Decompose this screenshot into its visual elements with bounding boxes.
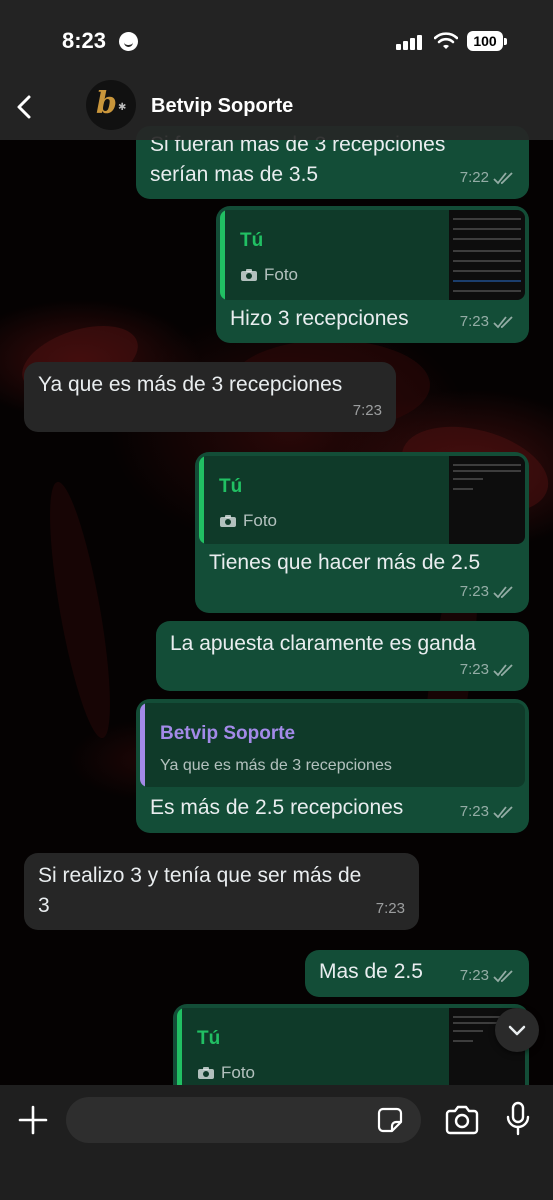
quote-author: Tú <box>219 476 243 497</box>
message-bubble-outgoing[interactable]: Tú Foto Tienes que hacer más de 2.5 7:23 <box>195 452 529 613</box>
contact-name[interactable]: Betvip Soporte <box>151 95 293 118</box>
message-bubble-outgoing[interactable]: Tú Foto <box>173 1004 529 1085</box>
quoted-photo-reply[interactable]: Tú Foto <box>177 1008 525 1085</box>
top-bar: 8:23 100 b ✱ Betvip Soporte <box>0 0 553 140</box>
double-check-icon <box>493 970 513 983</box>
quote-subtitle: Foto <box>240 260 298 290</box>
avatar-logo-icon: b <box>96 86 117 121</box>
quote-subtitle: Ya que es más de 3 recepciones <box>160 757 392 774</box>
message-time: 7:22 <box>459 169 489 186</box>
quoted-text-reply[interactable]: Betvip Soporte Ya que es más de 3 recepc… <box>140 703 525 787</box>
quote-subtitle: Foto <box>197 1058 255 1085</box>
avatar-star-icon: ✱ <box>118 102 127 113</box>
focus-mode-icon <box>119 32 138 51</box>
camera-icon <box>220 515 236 527</box>
message-time: 7:23 <box>459 313 489 330</box>
quoted-photo-reply[interactable]: Tú Foto <box>199 456 525 544</box>
double-check-icon <box>493 806 513 819</box>
message-time: 7:23 <box>459 661 489 678</box>
microphone-icon[interactable] <box>505 1101 531 1137</box>
message-list[interactable]: Si fueran mas de 3 recepciones serían ma… <box>0 0 553 1085</box>
status-bar: 8:23 100 <box>0 0 553 80</box>
message-meta: 7:23 <box>460 655 515 685</box>
quote-accent-bar <box>140 703 145 787</box>
chat-header[interactable]: b ✱ Betvip Soporte <box>0 80 553 136</box>
message-text: Si realizo 3 y tenía que ser más de <box>38 864 362 887</box>
message-text: Tienes que hacer más de 2.5 <box>209 551 481 574</box>
camera-icon[interactable] <box>444 1105 480 1135</box>
battery-indicator: 100 <box>467 31 507 51</box>
avatar[interactable]: b ✱ <box>86 80 136 130</box>
message-text: 3 <box>38 894 50 917</box>
message-text: Ya que es más de 3 recepciones <box>38 373 343 396</box>
message-bubble-outgoing[interactable]: Tú Foto Hizo 3 recepciones 7:23 <box>216 206 529 343</box>
camera-icon <box>198 1067 214 1079</box>
message-input[interactable] <box>66 1097 421 1143</box>
message-text: Es más de 2.5 recepciones <box>150 796 404 819</box>
message-text: La apuesta claramente es ganda <box>170 632 476 655</box>
quote-author: Betvip Soporte <box>160 723 296 744</box>
back-arrow-icon[interactable] <box>14 94 36 120</box>
composer-bar <box>0 1085 553 1200</box>
chevron-down-icon <box>508 1025 526 1036</box>
quote-author: Tú <box>197 1028 221 1049</box>
double-check-icon <box>493 172 513 185</box>
message-bubble-outgoing[interactable]: La apuesta claramente es ganda 7:23 <box>156 621 529 691</box>
message-meta: 7:22 <box>460 163 515 193</box>
message-meta: 7:23 <box>460 577 515 607</box>
quote-author: Tú <box>240 230 264 251</box>
cellular-signal-icon <box>396 34 422 50</box>
message-time: 7:23 <box>459 803 489 820</box>
message-text: Mas de 2.5 <box>319 960 423 983</box>
quoted-photo-reply[interactable]: Tú Foto <box>220 210 525 300</box>
double-check-icon <box>493 316 513 329</box>
message-meta: 7:23 <box>460 797 515 827</box>
message-meta: 7:23 <box>353 396 382 426</box>
photo-thumbnail[interactable] <box>449 456 525 544</box>
quote-accent-bar <box>199 456 204 544</box>
photo-thumbnail[interactable] <box>449 210 525 300</box>
message-time: 7:23 <box>459 967 489 984</box>
message-meta: 7:23 <box>376 894 405 924</box>
message-time: 7:23 <box>459 583 489 600</box>
wifi-icon <box>434 32 458 49</box>
message-text: Hizo 3 recepciones <box>230 307 409 330</box>
message-text: serían mas de 3.5 <box>150 163 319 186</box>
double-check-icon <box>493 586 513 599</box>
quote-accent-bar <box>177 1008 182 1085</box>
message-meta: 7:23 <box>460 307 515 337</box>
message-meta: 7:23 <box>460 961 515 991</box>
sticker-icon[interactable] <box>377 1107 403 1133</box>
message-bubble-outgoing[interactable]: Betvip Soporte Ya que es más de 3 recepc… <box>136 699 529 833</box>
message-bubble-incoming[interactable]: Ya que es más de 3 recepciones 7:23 <box>24 362 396 432</box>
message-bubble-incoming[interactable]: Si realizo 3 y tenía que ser más de 3 7:… <box>24 853 419 930</box>
message-time: 7:23 <box>352 402 382 419</box>
camera-icon <box>241 269 257 281</box>
quote-subtitle: Foto <box>219 506 277 536</box>
message-time: 7:23 <box>375 900 405 917</box>
status-time: 8:23 <box>62 28 107 53</box>
plus-icon[interactable] <box>18 1105 48 1135</box>
double-check-icon <box>493 664 513 677</box>
quote-accent-bar <box>220 210 225 300</box>
message-bubble-outgoing[interactable]: Mas de 2.5 7:23 <box>305 950 529 997</box>
scroll-to-bottom-button[interactable] <box>495 1008 539 1052</box>
